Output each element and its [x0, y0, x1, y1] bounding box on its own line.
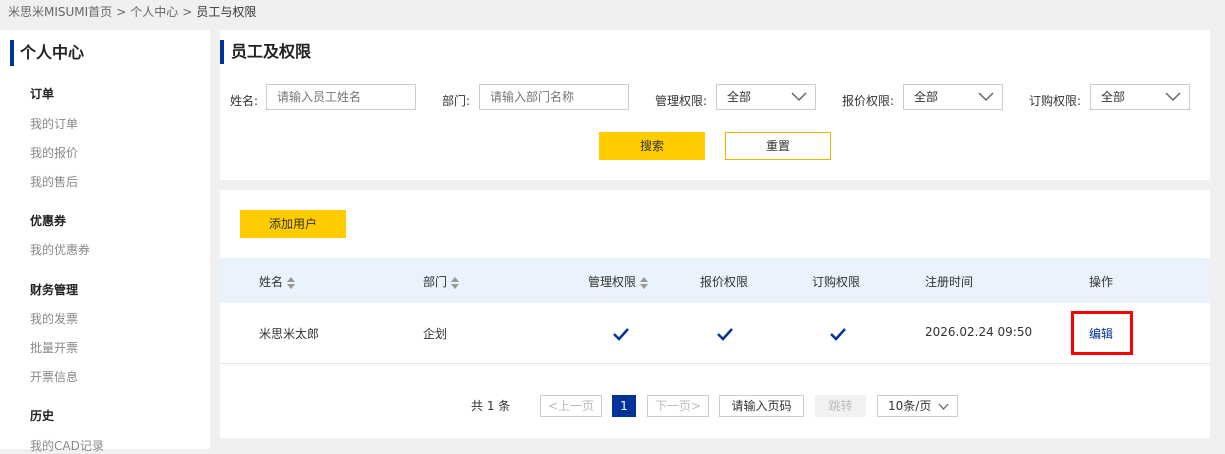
sidebar-item-my-coupons[interactable]: 我的优惠券 — [30, 241, 90, 258]
name-input[interactable] — [266, 84, 416, 110]
sidebar-item-invoice-info[interactable]: 开票信息 — [30, 368, 78, 385]
dept-input[interactable] — [479, 84, 629, 110]
manage-permission-label: 管理权限: — [655, 94, 708, 108]
column-header-order: 订购权限 — [812, 275, 861, 289]
sort-icon[interactable] — [639, 276, 649, 290]
sidebar-section-orders: 订单 — [30, 87, 55, 101]
breadcrumb-home[interactable]: 米思米MISUMI首页 — [8, 5, 112, 19]
page-button-current[interactable]: 1 — [612, 395, 636, 417]
check-icon — [613, 328, 629, 341]
next-page-button[interactable]: 下一页> — [647, 395, 709, 417]
breadcrumb-parent[interactable]: 个人中心 — [130, 5, 178, 19]
sort-icon[interactable] — [286, 276, 296, 290]
sidebar-item-my-orders[interactable]: 我的订单 — [30, 115, 78, 132]
cell-name: 米思米太郎 — [259, 327, 320, 341]
order-permission-label: 订购权限: — [1029, 94, 1082, 108]
chevron-down-icon — [1165, 92, 1181, 102]
check-icon — [830, 328, 846, 341]
column-header-quote: 报价权限 — [700, 275, 749, 289]
quote-permission-label: 报价权限: — [842, 94, 895, 108]
page-number-input[interactable]: 请输入页码 — [719, 395, 804, 417]
sidebar-title: 个人中心 — [10, 40, 84, 66]
breadcrumb-separator-icon: > — [116, 5, 127, 19]
user-list-panel: 添加用户 姓名 部门 管理权限 报价权限 订购权限 注册时间 操作 米思米太郎 … — [220, 190, 1210, 438]
breadcrumb-separator-icon: > — [182, 5, 193, 19]
edit-link[interactable]: 编辑 — [1089, 325, 1113, 342]
sidebar-item-cad-history[interactable]: 我的CAD记录 — [30, 437, 104, 454]
table-row: 米思米太郎 企划 2026.02.24 09:50 编辑 — [220, 303, 1210, 364]
column-header-dept[interactable]: 部门 — [423, 273, 460, 290]
cell-registered: 2026.02.24 09:50 — [925, 325, 1033, 339]
order-permission-value: 全部 — [1101, 90, 1126, 104]
chevron-down-icon — [978, 92, 994, 102]
sidebar-section-history: 历史 — [30, 409, 55, 423]
page-size-select[interactable]: 10条/页 — [877, 395, 958, 417]
table-header: 姓名 部门 管理权限 报价权限 订购权限 注册时间 操作 — [220, 258, 1210, 303]
sidebar-item-after-sales[interactable]: 我的售后 — [30, 173, 78, 190]
column-header-registered: 注册时间 — [925, 275, 974, 289]
total-count: 共 1 条 — [471, 399, 511, 413]
prev-page-button[interactable]: <上一页 — [540, 395, 602, 417]
sidebar-item-batch-invoicing[interactable]: 批量开票 — [30, 339, 78, 356]
sidebar-section-coupons: 优惠券 — [30, 214, 67, 228]
cell-dept: 企划 — [423, 327, 448, 341]
search-button[interactable]: 搜索 — [599, 132, 705, 160]
breadcrumb-current: 员工与权限 — [196, 5, 257, 19]
manage-permission-select[interactable]: 全部 — [716, 84, 816, 110]
page-size-value: 10条/页 — [888, 399, 932, 413]
jump-button[interactable]: 跳转 — [815, 395, 866, 417]
page-title: 员工及权限 — [220, 40, 311, 64]
sort-icon[interactable] — [450, 276, 460, 290]
column-header-name[interactable]: 姓名 — [259, 273, 296, 290]
add-user-button[interactable]: 添加用户 — [240, 210, 346, 238]
quote-permission-select[interactable]: 全部 — [903, 84, 1003, 110]
manage-permission-value: 全部 — [727, 90, 752, 104]
reset-button[interactable]: 重置 — [725, 132, 831, 160]
sidebar-item-my-invoices[interactable]: 我的发票 — [30, 310, 78, 327]
dept-label: 部门: — [442, 94, 471, 108]
sidebar: 个人中心 订单 我的订单 我的报价 我的售后 优惠券 我的优惠券 财务管理 我的… — [0, 30, 210, 453]
column-header-action: 操作 — [1089, 275, 1114, 289]
quote-permission-value: 全部 — [914, 90, 939, 104]
sidebar-section-finance: 财务管理 — [30, 283, 79, 297]
breadcrumb: 米思米MISUMI首页 > 个人中心 > 员工与权限 — [8, 3, 256, 20]
chevron-down-icon — [791, 92, 807, 102]
name-label: 姓名: — [230, 94, 259, 108]
sidebar-item-my-quotes[interactable]: 我的报价 — [30, 144, 78, 161]
search-panel: 员工及权限 姓名: 部门: 管理权限: 全部 报价权限: 全部 订购权限: 全部… — [220, 30, 1210, 180]
column-header-manage[interactable]: 管理权限 — [588, 273, 649, 290]
check-icon — [717, 328, 733, 341]
chevron-down-icon — [938, 403, 949, 410]
order-permission-select[interactable]: 全部 — [1090, 84, 1190, 110]
